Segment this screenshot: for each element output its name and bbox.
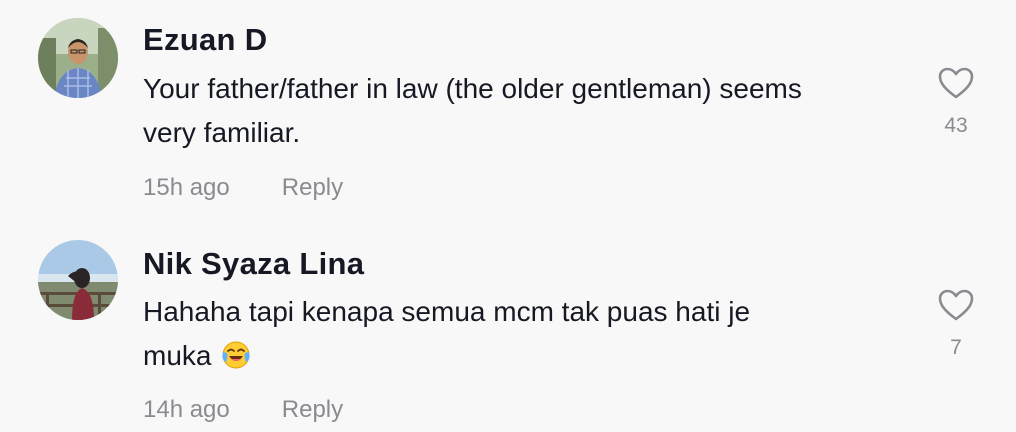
comment-timestamp: 15h ago [143,174,230,201]
heart-icon [938,67,974,99]
like-count: 7 [950,336,962,359]
avatar-photo [38,18,118,98]
comment-text-line: muka [143,340,212,371]
comment-username[interactable]: Nik Syaza Lina [143,246,364,282]
avatar-photo [38,240,118,320]
comment-item: Nik Syaza Lina Hahaha tapi kenapa semua … [0,222,1016,432]
comment-text-line-2: muka [143,334,903,383]
like-button[interactable]: 43 [924,66,988,138]
comment-timestamp: 14h ago [143,396,230,423]
comment-text-line: Your father/father in law (the older gen… [143,73,802,104]
avatar[interactable] [38,240,118,320]
face-with-tears-of-joy-icon [221,339,251,383]
reply-button[interactable]: Reply [282,174,343,201]
like-button[interactable]: 7 [924,288,988,360]
comment-text-line: Hahaha tapi kenapa semua mcm tak puas ha… [143,296,751,327]
comment-username[interactable]: Ezuan D [143,22,267,58]
like-count: 43 [944,114,968,137]
comment-item: Ezuan D Your father/father in law (the o… [0,0,1016,222]
comment-meta: 14h ago Reply [143,396,343,424]
heart-icon [938,289,974,321]
avatar[interactable] [38,18,118,98]
comment-meta: 15h ago Reply [143,174,343,202]
comment-text: Your father/father in law (the older gen… [143,67,903,155]
comment-text-line: very familiar. [143,117,301,148]
comment-text: Hahaha tapi kenapa semua mcm tak puas ha… [143,290,903,383]
reply-button[interactable]: Reply [282,396,343,423]
